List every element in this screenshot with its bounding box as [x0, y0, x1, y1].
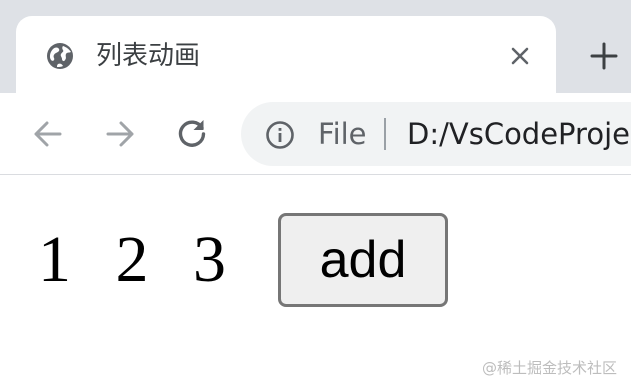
page-content: 1 2 3 add @稀土掘金技术社区	[0, 176, 631, 386]
list-item: 3	[193, 223, 226, 296]
address-bar[interactable]: File D:/VsCodeProje	[241, 102, 631, 166]
number-list: 1 2 3	[38, 224, 254, 296]
omnibox-divider	[384, 118, 386, 150]
globe-icon	[44, 40, 76, 72]
close-icon[interactable]	[504, 40, 536, 72]
plus-icon[interactable]	[586, 38, 622, 74]
browser-window: 列表动画 File D:/VsCodeProje 1 2 3 add @稀土掘金…	[0, 0, 631, 386]
url-scheme-label: File	[318, 117, 367, 151]
list-item: 2	[115, 223, 149, 296]
tab-title: 列表动画	[96, 41, 201, 71]
arrow-left-icon[interactable]	[28, 114, 68, 154]
tab-strip: 列表动画	[0, 0, 631, 93]
active-tab[interactable]: 列表动画	[16, 16, 556, 93]
arrow-right-icon[interactable]	[100, 114, 140, 154]
url-text[interactable]: D:/VsCodeProje	[407, 116, 630, 152]
reload-icon[interactable]	[172, 114, 212, 154]
browser-toolbar: File D:/VsCodeProje	[0, 93, 631, 175]
list-item: 1	[38, 223, 71, 296]
info-icon[interactable]	[264, 119, 296, 151]
add-button[interactable]: add	[278, 213, 448, 307]
watermark-text: @稀土掘金技术社区	[481, 359, 617, 377]
